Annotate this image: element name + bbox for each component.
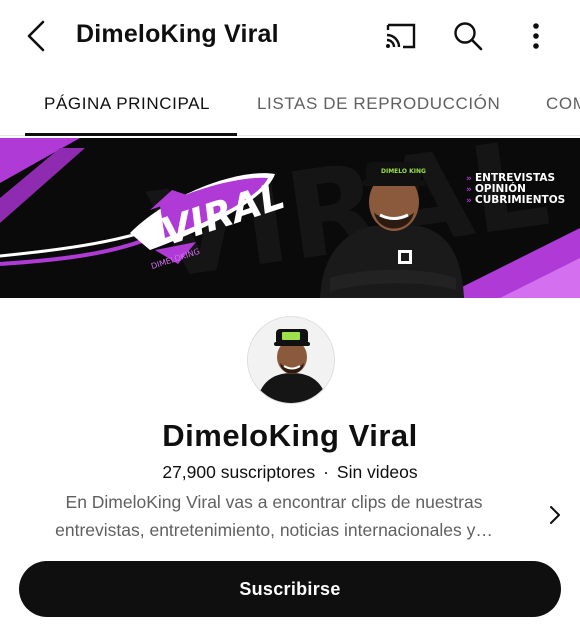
page-title: DimeloKing Viral bbox=[76, 20, 279, 48]
banner-bullet-3: CUBRIMIENTOS bbox=[475, 194, 565, 206]
banner-cap-text: DIMELO KING bbox=[381, 168, 426, 175]
tab-home[interactable]: PÁGINA PRINCIPAL bbox=[44, 94, 210, 114]
video-count: Sin videos bbox=[336, 462, 418, 482]
channel-banner: VIRAL VIRAL DIMELOKING DIMELO KING » ENT… bbox=[0, 138, 580, 298]
cast-button[interactable] bbox=[380, 18, 420, 54]
stats-separator: · bbox=[323, 462, 329, 482]
svg-text:»: » bbox=[466, 196, 472, 206]
back-button[interactable] bbox=[18, 18, 54, 54]
cast-icon bbox=[386, 23, 416, 49]
more-vert-icon bbox=[533, 23, 539, 49]
subscribe-button[interactable]: Suscribirse bbox=[19, 561, 561, 617]
channel-name: DimeloKing Viral bbox=[162, 418, 418, 453]
svg-text:»: » bbox=[466, 174, 472, 184]
description-expand-button[interactable] bbox=[543, 502, 567, 528]
svg-text:»: » bbox=[466, 185, 472, 195]
tab-community[interactable]: COM bbox=[546, 94, 580, 114]
channel-tabs: PÁGINA PRINCIPAL LISTAS DE REPRODUCCIÓN … bbox=[0, 72, 580, 136]
top-app-bar: DimeloKing Viral bbox=[0, 0, 580, 72]
search-button[interactable] bbox=[448, 16, 488, 56]
active-tab-indicator bbox=[25, 133, 237, 136]
chevron-right-icon bbox=[550, 506, 560, 524]
channel-stats: 27,900 suscriptores · Sin videos bbox=[0, 462, 580, 483]
search-icon bbox=[454, 22, 483, 51]
tab-playlists[interactable]: LISTAS DE REPRODUCCIÓN bbox=[257, 94, 500, 114]
channel-description[interactable]: En DimeloKing Viral vas a encontrar clip… bbox=[24, 488, 524, 544]
banner-art: VIRAL VIRAL DIMELOKING DIMELO KING » ENT… bbox=[0, 138, 580, 298]
avatar-image bbox=[248, 317, 334, 403]
subscriber-count: 27,900 suscriptores bbox=[162, 462, 316, 482]
channel-avatar[interactable] bbox=[247, 316, 335, 404]
more-options-button[interactable] bbox=[518, 16, 554, 56]
back-icon bbox=[27, 20, 45, 52]
